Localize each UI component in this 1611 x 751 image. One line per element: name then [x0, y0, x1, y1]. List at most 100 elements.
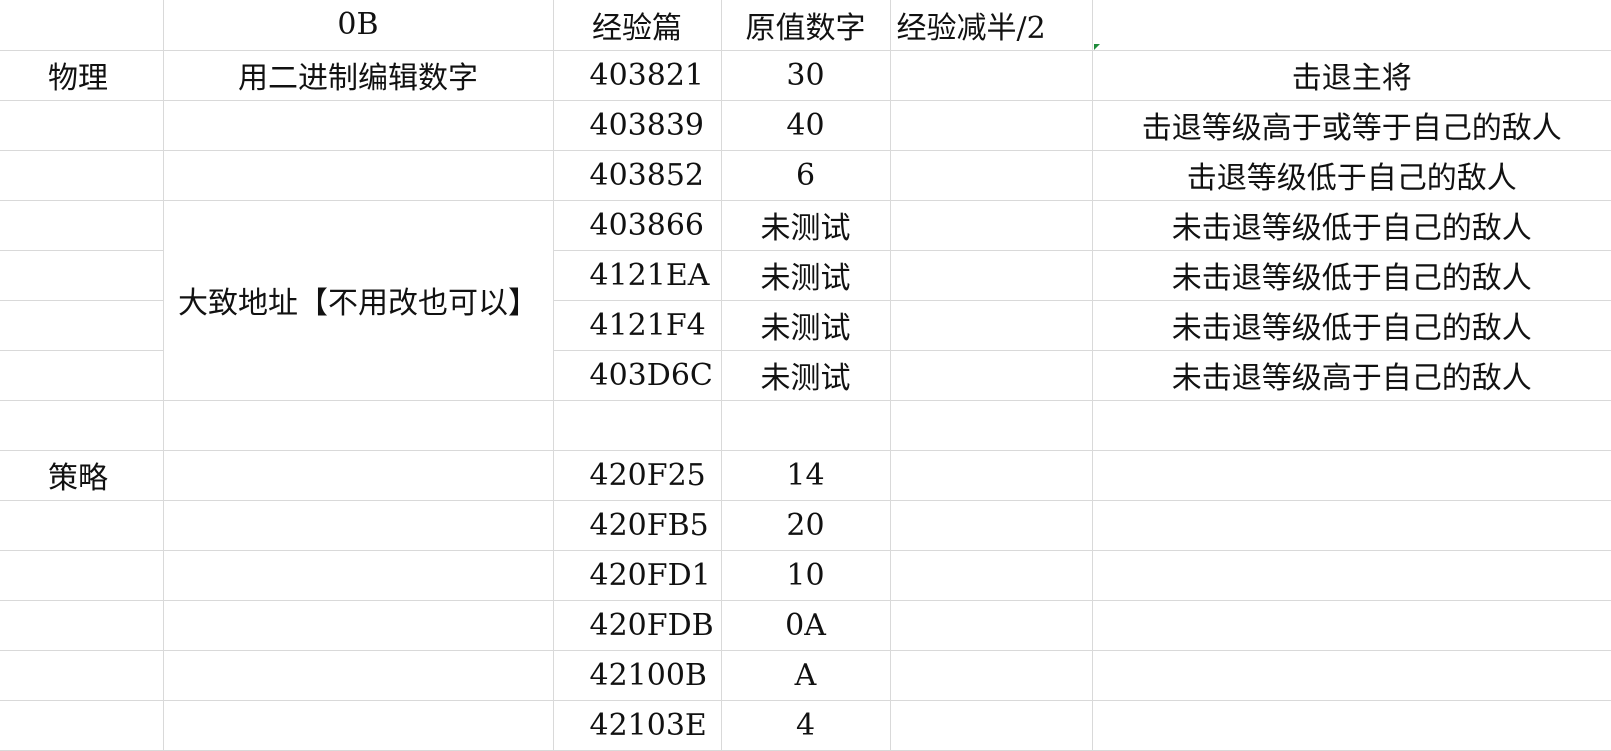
table-row: 403839 40 击退等级高于或等于自己的敌人: [0, 99, 1611, 151]
empty-cell[interactable]: [552, 399, 722, 451]
empty-cell[interactable]: [162, 399, 554, 451]
address-cell[interactable]: 403852: [552, 149, 722, 201]
empty-cell[interactable]: [1091, 649, 1611, 701]
address-cell[interactable]: 4121F4: [552, 299, 722, 351]
empty-cell[interactable]: [889, 299, 1093, 351]
empty-cell[interactable]: [1091, 499, 1611, 551]
desc-cell[interactable]: 未击退等级低于自己的敌人: [1091, 299, 1611, 351]
value-cell[interactable]: 40: [720, 99, 891, 151]
empty-cell[interactable]: [889, 199, 1093, 251]
empty-cell[interactable]: [162, 549, 554, 601]
desc-cell[interactable]: 击退等级高于或等于自己的敌人: [1091, 99, 1611, 151]
empty-cell[interactable]: [1091, 599, 1611, 651]
empty-cell[interactable]: [0, 299, 164, 351]
empty-cell[interactable]: [889, 549, 1093, 601]
value-cell[interactable]: 0A: [720, 599, 891, 651]
table-row: 420FB5 20: [0, 499, 1611, 551]
note-cell-binary-edit[interactable]: 用二进制编辑数字: [162, 49, 554, 101]
empty-cell[interactable]: [889, 399, 1093, 451]
table-row: 420FDB 0A: [0, 599, 1611, 651]
empty-cell[interactable]: [0, 399, 164, 451]
empty-cell[interactable]: [1091, 699, 1611, 751]
empty-cell[interactable]: [0, 249, 164, 301]
empty-cell[interactable]: [0, 549, 164, 601]
address-cell[interactable]: 403D6C: [552, 349, 722, 401]
empty-cell[interactable]: [889, 349, 1093, 401]
empty-cell[interactable]: [0, 149, 164, 201]
header-cell-half-experience[interactable]: 经验减半/2: [889, 0, 1093, 51]
table-row: [0, 399, 1611, 451]
header-row: 0B 经验篇 原值数字 经验减半/2: [0, 0, 1611, 51]
value-cell[interactable]: 6: [720, 149, 891, 201]
address-cell[interactable]: 420FDB: [552, 599, 722, 651]
empty-cell[interactable]: [889, 699, 1093, 751]
value-cell[interactable]: 10: [720, 549, 891, 601]
empty-cell[interactable]: [162, 99, 554, 151]
value-cell[interactable]: 未测试: [720, 199, 891, 251]
table-row: 42103E 4: [0, 699, 1611, 751]
value-cell[interactable]: A: [720, 649, 891, 701]
empty-cell[interactable]: [0, 649, 164, 701]
empty-cell[interactable]: [0, 349, 164, 401]
value-cell[interactable]: 未测试: [720, 249, 891, 301]
header-cell-experience[interactable]: 经验篇: [552, 0, 722, 51]
desc-cell[interactable]: 未击退等级低于自己的敌人: [1091, 199, 1611, 251]
category-cell-physical[interactable]: 物理: [0, 49, 164, 101]
address-cell[interactable]: 42103E: [552, 699, 722, 751]
empty-cell[interactable]: [162, 499, 554, 551]
value-cell[interactable]: 4: [720, 699, 891, 751]
empty-cell[interactable]: [1091, 399, 1611, 451]
header-cell-original-value[interactable]: 原值数字: [720, 0, 891, 51]
empty-cell[interactable]: [0, 699, 164, 751]
empty-cell[interactable]: [1091, 549, 1611, 601]
address-cell[interactable]: 4121EA: [552, 249, 722, 301]
empty-cell[interactable]: [889, 449, 1093, 501]
empty-cell[interactable]: [889, 649, 1093, 701]
cell-a1[interactable]: [0, 0, 164, 51]
empty-cell[interactable]: [0, 499, 164, 551]
address-cell[interactable]: 420FD1: [552, 549, 722, 601]
empty-cell[interactable]: [162, 649, 554, 701]
desc-cell[interactable]: 未击退等级低于自己的敌人: [1091, 249, 1611, 301]
table-row: 物理 用二进制编辑数字 403821 30 击退主将: [0, 49, 1611, 101]
empty-cell[interactable]: [162, 699, 554, 751]
desc-cell[interactable]: 击退等级低于自己的敌人: [1091, 149, 1611, 201]
empty-cell[interactable]: [889, 49, 1093, 101]
value-cell[interactable]: 未测试: [720, 349, 891, 401]
table-row: 420FD1 10: [0, 549, 1611, 601]
empty-cell[interactable]: [889, 599, 1093, 651]
empty-cell[interactable]: [0, 99, 164, 151]
table-row: 42100B A: [0, 649, 1611, 701]
desc-cell[interactable]: 未击退等级高于自己的敌人: [1091, 349, 1611, 401]
empty-cell[interactable]: [162, 449, 554, 501]
cell-f1[interactable]: [1091, 0, 1611, 51]
empty-cell[interactable]: [1091, 449, 1611, 501]
value-cell[interactable]: 14: [720, 449, 891, 501]
address-cell[interactable]: 403839: [552, 99, 722, 151]
table-row: 大致地址【不用改也可以】 403866 未测试 未击退等级低于自己的敌人: [0, 199, 1611, 401]
empty-cell[interactable]: [0, 199, 164, 251]
desc-cell[interactable]: 击退主将: [1091, 49, 1611, 101]
empty-cell[interactable]: [889, 249, 1093, 301]
empty-cell[interactable]: [162, 599, 554, 651]
address-cell[interactable]: 420F25: [552, 449, 722, 501]
value-cell[interactable]: 20: [720, 499, 891, 551]
empty-cell[interactable]: [162, 149, 554, 201]
empty-cell[interactable]: [720, 399, 891, 451]
spreadsheet-grid: 0B 经验篇 原值数字 经验减半/2 物理 用二进制编辑数字 403821 30…: [0, 0, 1611, 751]
empty-cell[interactable]: [0, 599, 164, 651]
category-cell-strategy[interactable]: 策略: [0, 449, 164, 501]
address-cell[interactable]: 420FB5: [552, 499, 722, 551]
header-cell-0b[interactable]: 0B: [162, 0, 554, 51]
empty-cell[interactable]: [889, 99, 1093, 151]
cell-comment-indicator: [1094, 44, 1100, 50]
empty-cell[interactable]: [889, 499, 1093, 551]
address-cell[interactable]: 403866: [552, 199, 722, 251]
empty-cell[interactable]: [889, 149, 1093, 201]
merged-note-cell-approx-address[interactable]: 大致地址【不用改也可以】: [162, 199, 554, 401]
address-cell[interactable]: 42100B: [552, 649, 722, 701]
table-row: 策略 420F25 14: [0, 449, 1611, 501]
address-cell[interactable]: 403821: [552, 49, 722, 101]
value-cell[interactable]: 30: [720, 49, 891, 101]
value-cell[interactable]: 未测试: [720, 299, 891, 351]
